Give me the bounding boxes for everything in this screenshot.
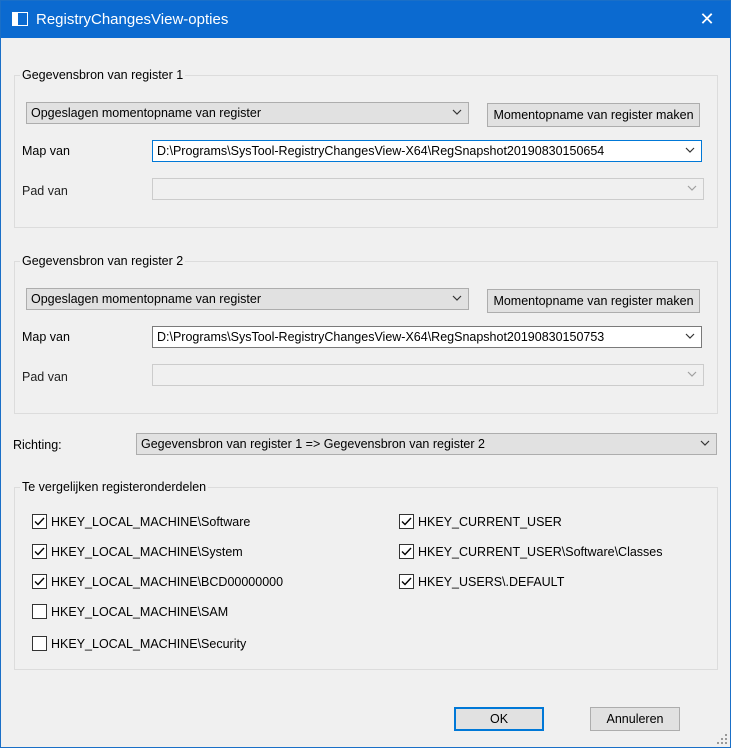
check-icon <box>34 577 45 586</box>
checkbox-hklm-software[interactable] <box>32 514 47 529</box>
checkbox-hku-default[interactable] <box>399 574 414 589</box>
chevron-down-icon <box>452 109 462 115</box>
cancel-button[interactable]: Annuleren <box>590 707 680 731</box>
direction-value: Gegevensbron van register 1 => Gegevensb… <box>141 437 485 451</box>
source2-type-select[interactable]: Opgeslagen momentopname van register <box>26 288 469 310</box>
compare-group-title: Te vergelijken registeronderdelen <box>20 480 209 494</box>
ok-button[interactable]: OK <box>454 707 544 731</box>
source1-group-title: Gegevensbron van register 1 <box>20 68 186 82</box>
source1-path-label: Pad van <box>22 184 68 198</box>
source2-map-field[interactable]: D:\Programs\SysTool-RegistryChangesView-… <box>152 326 702 348</box>
checkbox-label: HKEY_LOCAL_MACHINE\System <box>51 545 243 559</box>
chevron-down-icon <box>685 333 695 339</box>
resize-grip-icon[interactable] <box>716 733 728 745</box>
check-icon <box>401 517 412 526</box>
check-icon <box>34 517 45 526</box>
checkbox-label: HKEY_CURRENT_USER\Software\Classes <box>418 545 663 559</box>
source1-map-label: Map van <box>22 144 70 158</box>
source2-path-label: Pad van <box>22 370 68 384</box>
checkbox-hkcu-classes[interactable] <box>399 544 414 559</box>
source2-group-title: Gegevensbron van register 2 <box>20 254 186 268</box>
window-title: RegistryChangesView-opties <box>36 11 229 28</box>
source1-path-field[interactable] <box>152 178 704 200</box>
source1-map-value: D:\Programs\SysTool-RegistryChangesView-… <box>157 144 605 158</box>
chevron-down-icon <box>700 440 710 446</box>
source2-snapshot-button[interactable]: Momentopname van register maken <box>487 289 700 313</box>
source2-map-label: Map van <box>22 330 70 344</box>
check-icon <box>401 547 412 556</box>
chevron-down-icon <box>685 147 695 153</box>
chevron-down-icon <box>687 185 697 191</box>
checkbox-hklm-system[interactable] <box>32 544 47 559</box>
checkbox-label: HKEY_USERS\.DEFAULT <box>418 575 565 589</box>
checkbox-hkcu[interactable] <box>399 514 414 529</box>
checkbox-label: HKEY_LOCAL_MACHINE\SAM <box>51 605 229 619</box>
check-icon <box>401 577 412 586</box>
direction-select[interactable]: Gegevensbron van register 1 => Gegevensb… <box>136 433 717 455</box>
source2-type-value: Opgeslagen momentopname van register <box>31 292 261 306</box>
checkbox-label: HKEY_LOCAL_MACHINE\Software <box>51 515 251 529</box>
checkbox-hklm-security[interactable] <box>32 636 47 651</box>
source2-map-value: D:\Programs\SysTool-RegistryChangesView-… <box>157 330 605 344</box>
options-dialog: RegistryChangesView-opties ✕ Gegevensbro… <box>0 0 731 748</box>
close-icon[interactable]: ✕ <box>684 1 730 38</box>
source1-type-value: Opgeslagen momentopname van register <box>31 106 261 120</box>
chevron-down-icon <box>452 295 462 301</box>
window-icon <box>12 12 28 26</box>
checkbox-hklm-bcd[interactable] <box>32 574 47 589</box>
checkbox-label: HKEY_LOCAL_MACHINE\Security <box>51 637 247 651</box>
source1-snapshot-button[interactable]: Momentopname van register maken <box>487 103 700 127</box>
direction-label: Richting: <box>13 438 62 452</box>
checkbox-label: HKEY_CURRENT_USER <box>418 515 562 529</box>
source1-type-select[interactable]: Opgeslagen momentopname van register <box>26 102 469 124</box>
checkbox-hklm-sam[interactable] <box>32 604 47 619</box>
checkbox-label: HKEY_LOCAL_MACHINE\BCD00000000 <box>51 575 284 589</box>
check-icon <box>34 547 45 556</box>
source2-path-field[interactable] <box>152 364 704 386</box>
title-bar[interactable]: RegistryChangesView-opties ✕ <box>1 1 730 38</box>
chevron-down-icon <box>687 371 697 377</box>
source1-map-field[interactable]: D:\Programs\SysTool-RegistryChangesView-… <box>152 140 702 162</box>
